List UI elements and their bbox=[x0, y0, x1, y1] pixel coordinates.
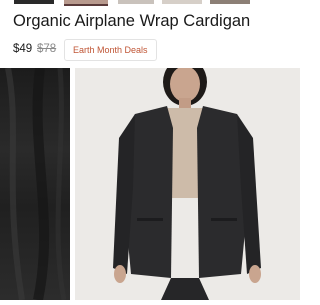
original-price: $78 bbox=[37, 43, 57, 55]
model-photo[interactable] bbox=[75, 68, 300, 300]
thumbnail-strip bbox=[0, 0, 300, 6]
earth-month-deals-badge[interactable]: Earth Month Deals bbox=[64, 39, 157, 61]
sale-price: $49 bbox=[13, 43, 33, 55]
product-thumbnail[interactable] bbox=[162, 0, 202, 4]
product-thumbnail[interactable] bbox=[118, 0, 154, 4]
model-illustration bbox=[75, 68, 300, 300]
fabric-texture bbox=[5, 67, 67, 302]
product-title: Organic Airplane Wrap Cardigan bbox=[13, 12, 251, 30]
product-thumbnail[interactable] bbox=[210, 0, 250, 4]
product-thumbnail-selected[interactable] bbox=[64, 0, 108, 6]
fabric-detail-image[interactable] bbox=[0, 67, 70, 302]
product-thumbnail[interactable] bbox=[14, 0, 54, 4]
